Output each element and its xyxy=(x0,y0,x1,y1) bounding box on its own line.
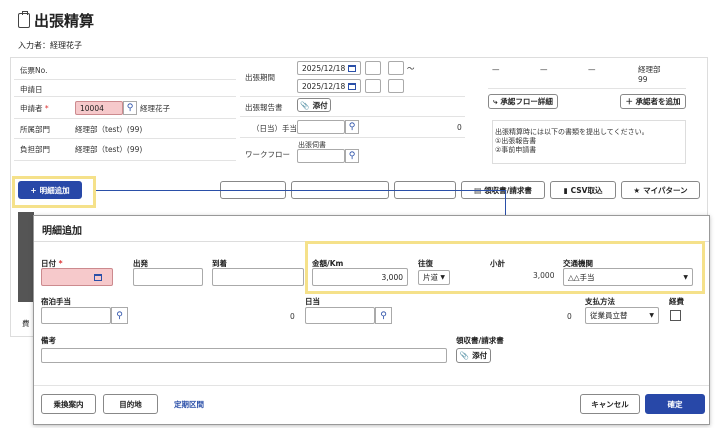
date-to-input[interactable]: 2025/12/18 xyxy=(297,79,361,93)
trip-period-label: 出張期間 xyxy=(245,73,275,82)
paperclip-icon: 📎 xyxy=(459,351,470,360)
allowance-value: 0 xyxy=(457,123,462,132)
receipt-label: 領収書/請求書 xyxy=(456,336,504,345)
page-title: 出張精算 xyxy=(18,10,94,31)
expense-checkbox[interactable] xyxy=(670,310,681,321)
department-value: 経理部（test）(99) xyxy=(75,125,143,134)
approver-col-4-code: 99 xyxy=(638,75,648,84)
minute-from-input[interactable] xyxy=(388,61,404,75)
divider xyxy=(240,96,465,97)
tilde: 〜 xyxy=(407,64,415,73)
arrive-input[interactable] xyxy=(212,268,304,286)
subtotal-label: 小計 xyxy=(490,259,505,268)
search-icon[interactable]: ⚲ xyxy=(345,120,359,134)
charge-department-value: 経理部（test）(99) xyxy=(75,145,143,154)
file-icon: ▮ xyxy=(563,185,568,195)
background-cell: 費 xyxy=(22,319,30,328)
divider xyxy=(488,88,686,89)
date-from-input[interactable]: 2025/12/18 xyxy=(297,61,361,75)
paperclip-icon: 📎 xyxy=(300,100,310,110)
report-label: 出張報告書 xyxy=(245,103,283,112)
remarks-input[interactable] xyxy=(41,348,447,363)
detail-date-input[interactable] xyxy=(41,268,113,286)
confirm-button[interactable]: 確定 xyxy=(645,394,705,414)
subtotal-value: 3,000 xyxy=(533,271,555,280)
calendar-icon xyxy=(348,82,356,90)
chevron-down-icon: ▼ xyxy=(649,312,654,319)
receipt-attach-button[interactable]: 📎 添付 xyxy=(456,348,491,363)
divider xyxy=(34,385,709,386)
approver-col-4: 経理部 xyxy=(638,65,661,74)
minute-to-input[interactable] xyxy=(388,79,404,93)
hour-from-input[interactable] xyxy=(365,61,381,75)
approver-col-3: — xyxy=(588,65,596,74)
divider xyxy=(14,160,236,161)
applicant-label: 申請者 * xyxy=(20,104,49,113)
charge-department-label: 負担部門 xyxy=(20,145,50,154)
page-title-text: 出張精算 xyxy=(34,12,95,30)
csv-import-button[interactable]: ▮ CSV取込 xyxy=(550,181,616,199)
table-header-dark xyxy=(18,212,34,302)
transport-select[interactable]: △△手当 ▼ xyxy=(563,268,693,286)
depart-input[interactable] xyxy=(133,268,203,286)
daily-value: 0 xyxy=(567,312,572,321)
connector-line xyxy=(96,190,506,191)
daily-input[interactable] xyxy=(305,307,375,324)
plus-icon: + xyxy=(30,185,37,195)
roundtrip-select[interactable]: 片道 ▼ xyxy=(418,270,450,285)
cancel-button[interactable]: キャンセル xyxy=(580,394,640,414)
flow-icon: ⤷ xyxy=(493,96,498,106)
search-icon[interactable]: ⚲ xyxy=(345,149,359,163)
calendar-icon xyxy=(348,64,356,72)
remarks-label: 備考 xyxy=(41,336,56,345)
expense-label: 経費 xyxy=(669,297,684,306)
approver-col-1: — xyxy=(492,65,500,74)
request-date-label: 申請日 xyxy=(20,85,43,94)
add-detail-button[interactable]: + 明細追加 xyxy=(18,181,82,199)
amount-input[interactable]: 3,000 xyxy=(312,268,408,286)
approver-col-2: — xyxy=(540,65,548,74)
lodging-value: 0 xyxy=(290,312,295,321)
chevron-down-icon: ▼ xyxy=(683,273,688,281)
approval-flow-button[interactable]: ⤷ 承認フロー詳細 xyxy=(488,94,558,109)
applicant-name: 経理花子 xyxy=(140,104,170,113)
department-label: 所属部門 xyxy=(20,125,50,134)
destination-button[interactable]: 目的地 xyxy=(103,394,158,414)
divider xyxy=(14,118,236,119)
document-icon xyxy=(18,11,30,28)
allowance-input[interactable] xyxy=(297,120,345,134)
add-approver-button[interactable]: ＋ 承認者を追加 xyxy=(620,94,686,109)
divider xyxy=(240,116,465,117)
my-pattern-button[interactable]: ★ マイパターン xyxy=(621,181,700,199)
notice-text: 出張精算時には以下の書類を提出してください。 ①出張報告書 ②事前申請書 xyxy=(495,128,649,154)
report-attach-button[interactable]: 📎 添付 xyxy=(297,98,331,112)
chevron-down-icon: ▼ xyxy=(440,274,445,281)
trip-request-input[interactable] xyxy=(297,149,345,163)
workflow-label: ワークフロー xyxy=(245,150,290,159)
search-icon[interactable]: ⚲ xyxy=(123,101,137,115)
divider xyxy=(14,96,236,97)
divider xyxy=(240,137,465,138)
divider xyxy=(14,79,236,80)
payment-label: 支払方法 xyxy=(585,297,615,306)
search-icon[interactable]: ⚲ xyxy=(375,307,392,324)
applicant-code-input[interactable]: 10004 xyxy=(75,101,123,115)
divider xyxy=(14,138,236,139)
calendar-icon xyxy=(94,273,102,281)
lodging-input[interactable] xyxy=(41,307,111,324)
modal-title: 明細追加 xyxy=(34,216,709,242)
star-icon: ★ xyxy=(633,185,641,195)
inputter-name: 経理花子 xyxy=(50,41,82,50)
voucher-no-label: 伝票No. xyxy=(20,66,48,75)
search-icon[interactable]: ⚲ xyxy=(111,307,128,324)
payment-select[interactable]: 従業員立替 ▼ xyxy=(585,307,659,324)
commuter-section-link[interactable]: 定期区間 xyxy=(174,399,204,410)
inputter-label: 入力者： xyxy=(18,41,50,50)
transfer-guide-button[interactable]: 乗換案内 xyxy=(41,394,96,414)
lodging-label: 宿泊手当 xyxy=(41,297,71,306)
daily-label: 日当 xyxy=(305,297,320,306)
roundtrip-label: 往復 xyxy=(418,259,433,268)
inputter-info: 入力者：経理花子 xyxy=(18,40,82,51)
hour-to-input[interactable] xyxy=(365,79,381,93)
